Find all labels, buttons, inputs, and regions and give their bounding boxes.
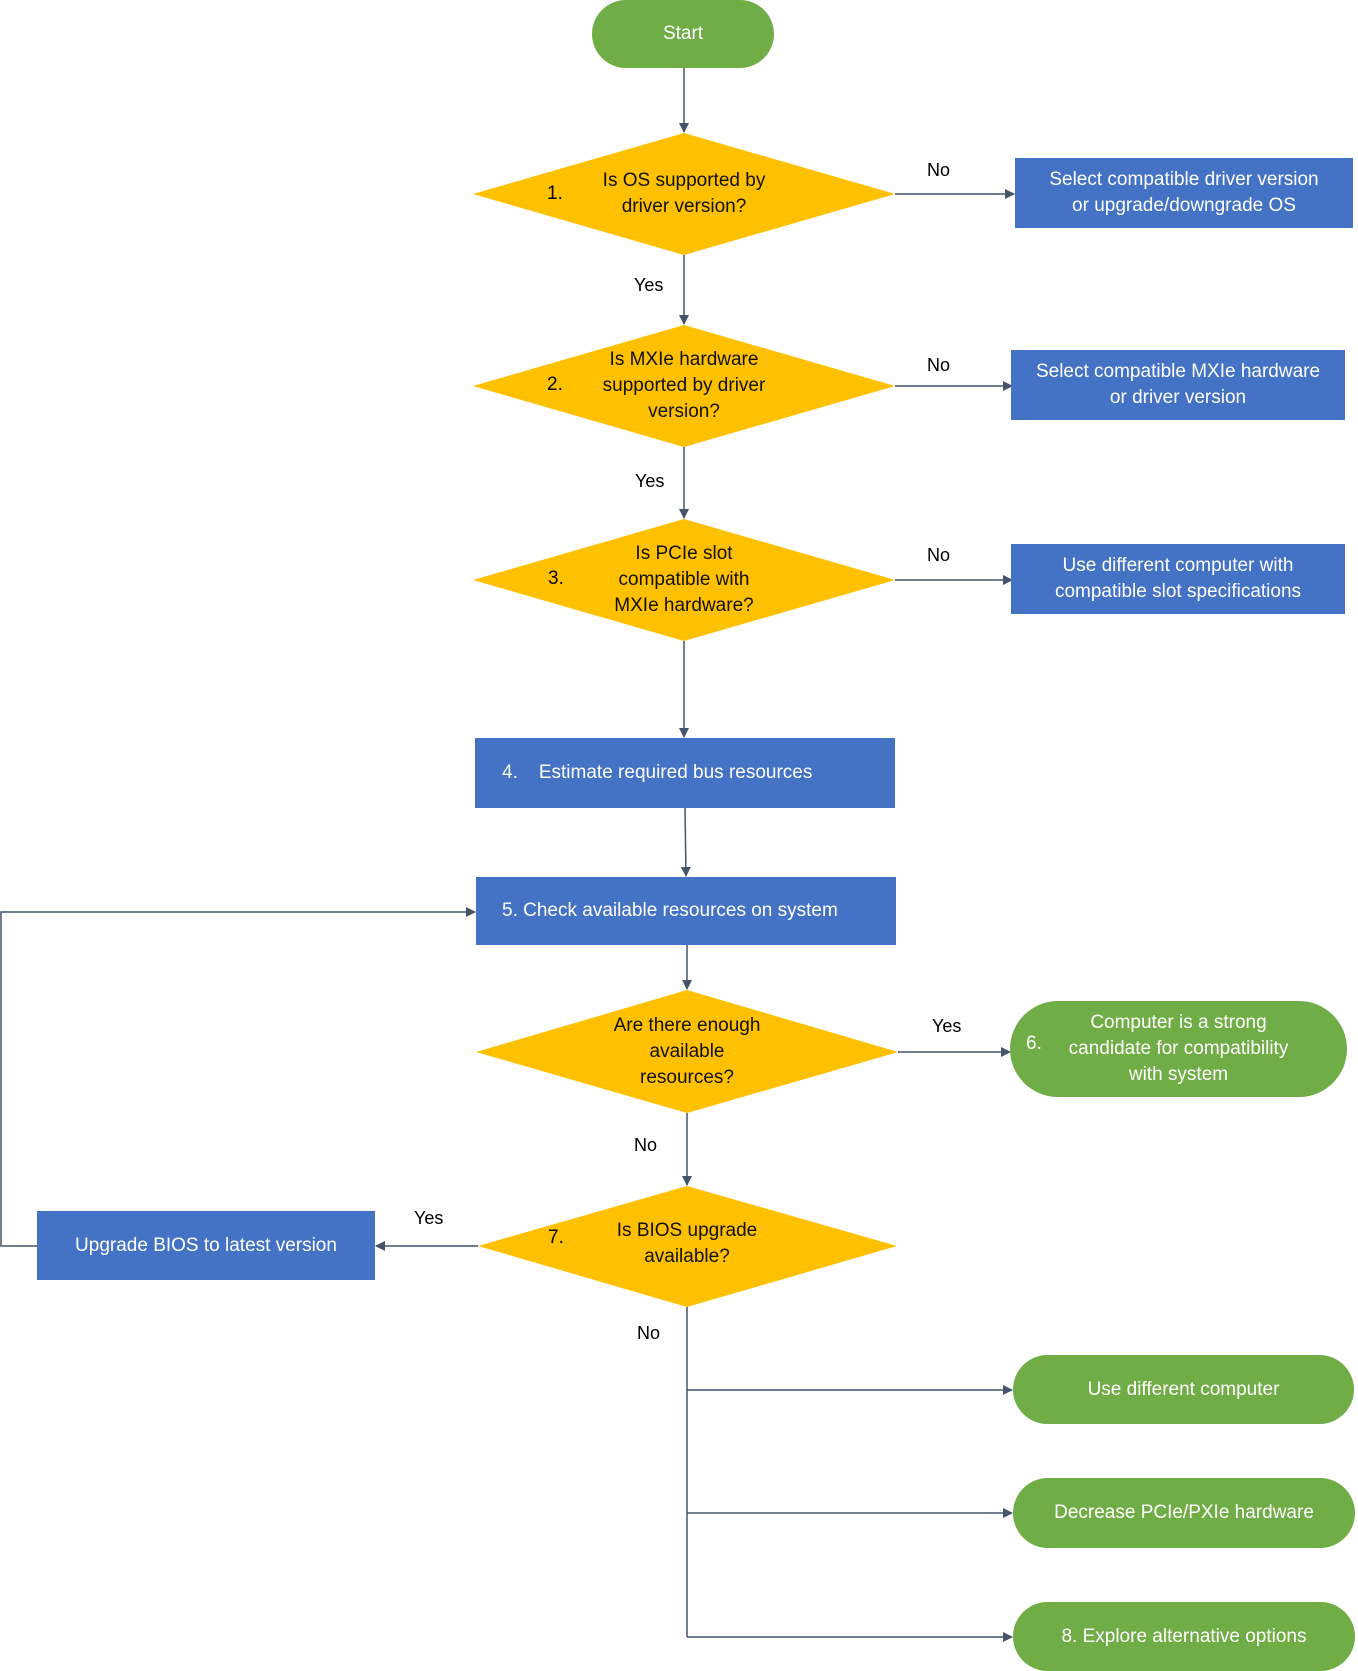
process-4-text: Estimate required bus resources	[538, 762, 813, 783]
decision-7-text: Is BIOS upgrade available?	[616, 1220, 758, 1267]
edge-label-no: No	[927, 545, 951, 565]
process-4-number: 4.	[502, 762, 518, 783]
terminal-6-number: 6.	[1026, 1033, 1042, 1054]
edge-bios-loop-p5	[0, 907, 476, 1247]
process-5-text: 5. Check available resources on system	[502, 900, 838, 921]
terminal-decrease-hardware: Decrease PCIe/PXIe hardware	[1013, 1478, 1355, 1548]
decision-2-text: Is MXIe hardware supported by driver ver…	[602, 349, 766, 422]
start-terminal: Start	[592, 0, 774, 68]
terminal-explore-text: 8. Explore alternative options	[1061, 1625, 1307, 1647]
decision-2-number: 2.	[547, 374, 563, 395]
edge-p4-p5	[680, 807, 691, 877]
edge-label-yes: Yes	[414, 1208, 444, 1228]
edge-label-no: No	[634, 1135, 658, 1155]
edge-label-no: No	[927, 355, 951, 375]
terminal-decrease-text: Decrease PCIe/PXIe hardware	[1054, 1502, 1314, 1523]
edge-label-yes: Yes	[634, 275, 664, 295]
terminal-explore-alternatives: 8. Explore alternative options	[1013, 1602, 1355, 1671]
edge-label-yes: Yes	[932, 1016, 962, 1036]
edge-label-yes: Yes	[635, 471, 665, 491]
process-select-driver: Select compatible driver version or upgr…	[1015, 158, 1353, 228]
terminal-strong-candidate: 6. Computer is a strong candidate for co…	[1010, 1001, 1347, 1097]
start-label: Start	[662, 23, 704, 44]
terminal-6-text: Computer is a strong candidate for compa…	[1068, 1012, 1289, 1085]
terminal-use-different-text: Use different computer	[1087, 1378, 1280, 1400]
process-use-different-computer-slot: Use different computer with compatible s…	[1011, 544, 1345, 614]
edge-label-no: No	[637, 1323, 661, 1343]
decision-3-number: 3.	[548, 568, 564, 589]
decision-3-text: Is PCIe slot compatible with MXIe hardwa…	[614, 543, 754, 616]
process-estimate-bus-resources: 4. Estimate required bus resources	[475, 738, 895, 808]
decision-1-text: Is OS supported by driver version?	[602, 170, 766, 217]
process-upgrade-bios: Upgrade BIOS to latest version	[37, 1211, 375, 1280]
process-select-mxie: Select compatible MXIe hardware or drive…	[1011, 350, 1345, 420]
decision-5-text: Are there enough available resources?	[613, 1015, 761, 1088]
edge-label-no: No	[927, 160, 951, 180]
decision-7-number: 7.	[548, 1227, 564, 1248]
terminal-use-different-computer: Use different computer	[1013, 1355, 1354, 1424]
process-check-resources: 5. Check available resources on system	[476, 877, 896, 945]
decision-1-number: 1.	[547, 183, 563, 204]
process-bios-text: Upgrade BIOS to latest version	[75, 1234, 337, 1256]
